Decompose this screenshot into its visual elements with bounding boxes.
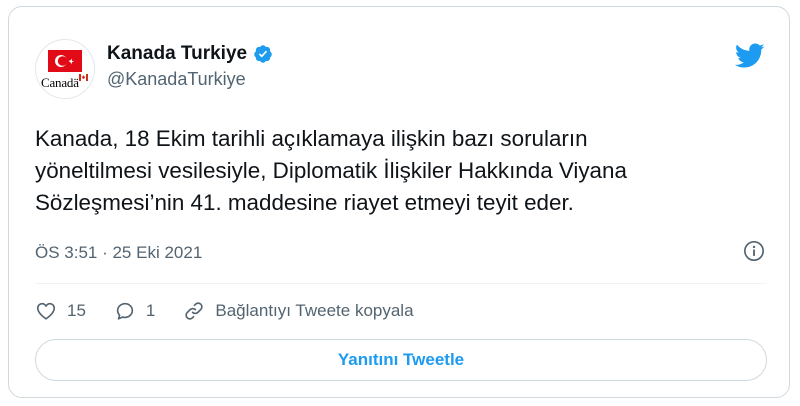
twitter-bird-icon[interactable] bbox=[735, 43, 765, 69]
author-display-name[interactable]: Kanada Turkiye bbox=[107, 43, 247, 65]
author-handle[interactable]: @KanadaTurkiye bbox=[107, 69, 246, 90]
author-name-row[interactable]: Kanada Turkiye bbox=[107, 43, 273, 65]
reply-count-button[interactable]: 1 bbox=[114, 300, 155, 322]
reply-tweet-button[interactable]: Yanıtını Tweetle bbox=[35, 339, 767, 381]
verified-badge-icon bbox=[254, 45, 272, 63]
reply-count: 1 bbox=[145, 301, 156, 320]
tweet-actions: 15 1 Bağlantıyı Tweete kopyala bbox=[35, 297, 442, 325]
tweet-text-line: Kanada, 18 Ekim tarihli açıklamaya ilişk… bbox=[35, 126, 588, 151]
turkish-flag-icon bbox=[48, 50, 82, 72]
tweet-text-line: yöneltilmesi vesilesiyle, Diplomatik İli… bbox=[35, 158, 627, 183]
copy-link-button[interactable]: Bağlantıyı Tweete kopyala bbox=[183, 300, 414, 322]
like-count: 15 bbox=[67, 301, 86, 320]
heart-icon bbox=[36, 302, 56, 320]
info-icon[interactable] bbox=[743, 240, 765, 262]
like-button[interactable]: 15 bbox=[35, 300, 86, 322]
avatar[interactable]: Canadä bbox=[35, 39, 95, 99]
tweet-timestamp[interactable]: ÖS 3:51 · 25 Eki 2021 bbox=[35, 243, 202, 263]
tweet-text-line: Sözleşmesi’nin 41. maddesine riayet etme… bbox=[35, 190, 574, 215]
tweet-text: Kanada, 18 Ekim tarihli açıklamaya ilişk… bbox=[35, 123, 775, 219]
divider bbox=[35, 283, 767, 284]
copy-link-label: Bağlantıyı Tweete kopyala bbox=[215, 301, 414, 320]
link-icon bbox=[185, 302, 204, 320]
tweet-card: Canadä Kanada Turkiye @KanadaTurkiye Kan… bbox=[8, 6, 790, 398]
canada-wordmark: Canadä bbox=[41, 75, 79, 90]
speech-bubble-icon bbox=[116, 302, 134, 320]
canada-flag-icon bbox=[79, 74, 88, 81]
